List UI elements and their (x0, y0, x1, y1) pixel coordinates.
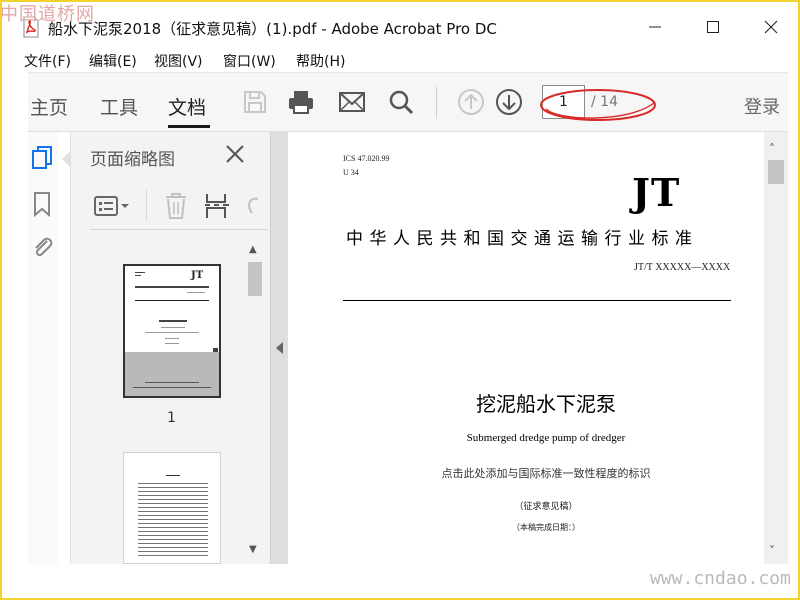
thumbnail-scroll-thumb[interactable] (248, 262, 262, 296)
toolbar-separator (436, 87, 437, 119)
scroll-up-icon[interactable]: ˄ (769, 142, 775, 156)
previous-page-button[interactable] (456, 87, 486, 117)
page-thumbnails-button[interactable] (28, 144, 56, 172)
document-scrollbar[interactable]: ˄ ˅ (764, 132, 788, 564)
collapse-arrow-icon (276, 342, 283, 354)
document-view[interactable]: ICS 47.020.99 U 34 JT 中华人民共和国交通运输行业标准 JT… (288, 132, 764, 564)
scroll-down-icon[interactable]: ▼ (249, 544, 257, 555)
standard-title: 中华人民共和国交通运输行业标准 (346, 229, 699, 249)
bookmarks-button[interactable] (28, 190, 56, 218)
main-toolbar: 主页 工具 文档 1 / 14 登录 (28, 72, 788, 132)
window-title: 船水下泥泵2018（征求意见稿）(1).pdf - Adobe Acrobat … (48, 20, 497, 38)
navigation-rail (28, 132, 58, 564)
panel-title: 页面缩略图 (90, 150, 175, 170)
page-thumbnail-1[interactable]: JT (123, 264, 221, 398)
panel-toolbar-separator (146, 190, 147, 220)
login-link[interactable]: 登录 (744, 93, 780, 119)
scroll-up-icon[interactable]: ▲ (249, 244, 257, 255)
save-icon (244, 91, 266, 113)
page-thumbnail-2[interactable] (123, 452, 221, 564)
standard-number: JT/T XXXXX—XXXX (634, 262, 731, 273)
bookmark-icon (34, 192, 50, 217)
title-bar: 船水下泥泵2018（征求意见稿）(1).pdf - Adobe Acrobat … (0, 0, 800, 48)
delete-page-button[interactable] (162, 192, 190, 220)
extract-pages-icon (205, 194, 229, 218)
options-menu-button[interactable] (92, 192, 132, 220)
close-window-button[interactable] (748, 10, 794, 44)
print-button[interactable] (286, 87, 316, 117)
next-page-button[interactable] (494, 87, 524, 117)
maximize-icon (707, 21, 719, 33)
english-name: Submerged dredge pump of dredger (466, 432, 626, 444)
highlight-ellipse (540, 89, 656, 121)
close-icon (226, 145, 244, 163)
page-down-icon (496, 89, 522, 115)
attachment-icon (35, 237, 53, 257)
menu-bar: 文件(F) 编辑(E) 视图(V) 窗口(W) 帮助(H) (0, 48, 800, 72)
minimize-icon (649, 26, 661, 28)
maximize-button[interactable] (690, 10, 736, 44)
search-icon (389, 90, 414, 115)
title-rule (343, 300, 731, 301)
chinese-name: 挖泥船水下泥泵 (476, 392, 616, 416)
active-tab-indicator (168, 125, 210, 128)
menu-window[interactable]: 窗口(W) (223, 51, 276, 71)
page-thumbnails-icon (32, 146, 52, 169)
menu-file[interactable]: 文件(F) (24, 51, 71, 71)
jt-logo: JT (632, 170, 681, 215)
email-button[interactable] (337, 87, 367, 117)
email-icon (339, 92, 365, 112)
delete-page-icon (166, 193, 186, 219)
rotate-icon (248, 197, 259, 214)
draft-label: （征求意见稿） (514, 502, 578, 512)
menu-edit[interactable]: 编辑(E) (89, 51, 137, 71)
thumbnail-panel: 页面缩略图 JT 1 ▲ ▼ (70, 132, 270, 564)
options-menu-icon (94, 196, 129, 216)
panel-close-button[interactable] (223, 142, 247, 166)
u-code: U 34 (343, 168, 359, 177)
close-icon (764, 20, 778, 34)
menu-view[interactable]: 视图(V) (154, 51, 203, 71)
page-up-icon (458, 89, 484, 115)
document-page: ICS 47.020.99 U 34 JT 中华人民共和国交通运输行业标准 JT… (288, 132, 764, 564)
rotate-button[interactable] (240, 192, 264, 220)
document-scroll-thumb[interactable] (768, 160, 784, 184)
consistency-note[interactable]: 点击此处添加与国际标准一致性程度的标识 (288, 465, 764, 481)
tab-document[interactable]: 文档 (168, 93, 206, 120)
watermark-top: 中国道桥网 (0, 4, 95, 25)
attachments-button[interactable] (28, 232, 56, 260)
thumbnail-visible-region (125, 352, 219, 396)
search-button[interactable] (386, 87, 416, 117)
tab-tools[interactable]: 工具 (100, 93, 138, 120)
panel-collapse-strip[interactable] (270, 132, 288, 564)
minimize-button[interactable] (632, 10, 678, 44)
tab-home[interactable]: 主页 (30, 93, 68, 120)
extract-pages-button[interactable] (202, 192, 232, 220)
ics-code: ICS 47.020.99 (343, 154, 390, 163)
menu-help[interactable]: 帮助(H) (296, 51, 345, 71)
watermark-bottom: www.cndao.com (650, 568, 791, 589)
thumb-jt-logo: JT (191, 270, 204, 281)
save-button[interactable] (240, 87, 270, 117)
thumbnail-page-number: 1 (167, 410, 176, 426)
scroll-down-icon[interactable]: ˅ (769, 544, 775, 558)
thumbnail-scrollbar[interactable]: ▲ ▼ (247, 244, 262, 562)
completion-date: （本稿完成日期：） (512, 523, 580, 532)
print-icon (289, 91, 313, 114)
panel-toolbar (90, 184, 268, 230)
